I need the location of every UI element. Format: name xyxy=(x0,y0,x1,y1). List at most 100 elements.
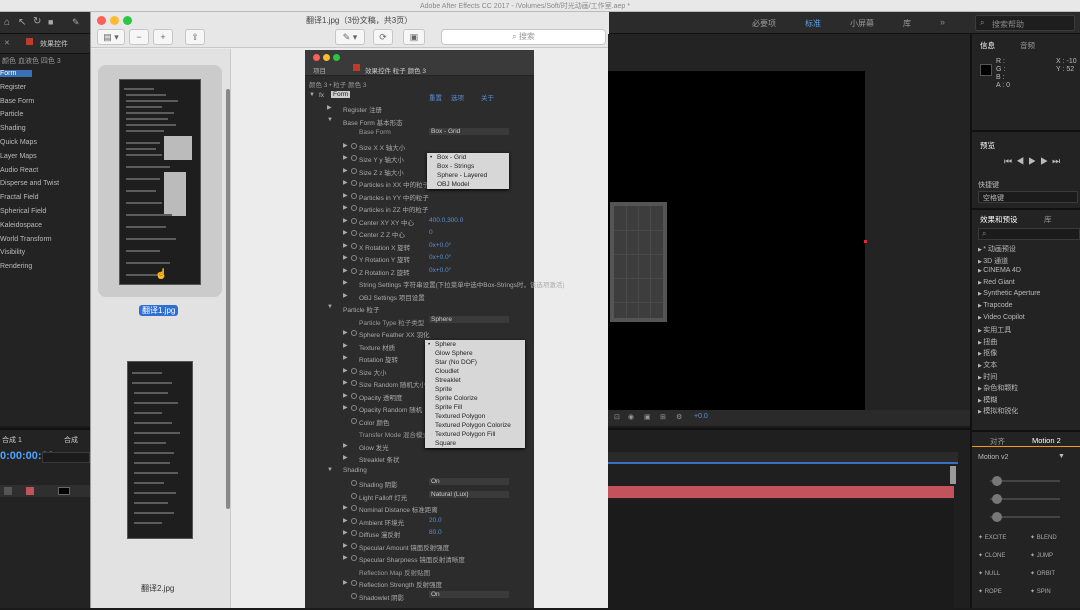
thumbnail-page-2[interactable] xyxy=(127,361,193,539)
comp-tab-2[interactable]: 合成 xyxy=(64,435,78,445)
effect-group-1[interactable]: Register xyxy=(0,84,26,91)
share-icon[interactable]: ⇪ xyxy=(185,29,205,45)
effect-group-5[interactable]: Quick Maps xyxy=(0,139,37,146)
workspace-small-screen[interactable]: 小屏幕 xyxy=(850,18,874,29)
shortcut-select[interactable]: 空格键 xyxy=(978,191,1078,203)
time-ruler[interactable] xyxy=(608,452,958,464)
effect-group-12[interactable]: World Transform xyxy=(0,236,52,243)
motion-tab[interactable]: Motion 2 xyxy=(1032,436,1061,445)
motion-slider-1[interactable] xyxy=(990,476,1060,486)
effects-category-item[interactable]: ▶ Video Copilot xyxy=(978,314,1025,321)
motion-action-button[interactable]: ✦ SPIN xyxy=(1030,588,1051,595)
layer-row[interactable] xyxy=(0,485,92,497)
effects-category-item[interactable]: ▶ 杂色和颗粒 xyxy=(978,383,1018,393)
effects-category-item[interactable]: ▶ 实用工具 xyxy=(978,325,1011,335)
effects-category-item[interactable]: ▶ Synthetic Aperture xyxy=(978,290,1040,297)
effects-presets-tab[interactable]: 效果和预设 xyxy=(980,214,1018,225)
zoom-window-button[interactable] xyxy=(123,16,132,25)
effect-group-9[interactable]: Fractal Field xyxy=(0,194,39,201)
motion-version-select[interactable]: Motion v2 xyxy=(978,454,1008,461)
effects-category-item[interactable]: ▶ CINEMA 4D xyxy=(978,267,1021,274)
comp-canvas[interactable] xyxy=(608,71,865,411)
layer-search-input[interactable] xyxy=(42,452,90,463)
sidebar-scrollbar[interactable] xyxy=(226,89,230,509)
zoom-out-icon[interactable]: − xyxy=(129,29,149,45)
effect-group-11[interactable]: Kaleidospace xyxy=(0,222,42,229)
effect-group-10[interactable]: Spherical Field xyxy=(0,208,46,215)
markup-pen-icon[interactable]: ✎ ▾ xyxy=(335,29,365,45)
thumbnail-label-1[interactable]: 翻译1.jpg xyxy=(139,305,179,316)
home-icon[interactable]: ⌂ xyxy=(4,17,10,28)
toolbox-icon[interactable]: ▣ xyxy=(403,29,425,45)
slider-knob[interactable] xyxy=(992,512,1002,522)
motion-action-button[interactable]: ✦ CLONE xyxy=(978,552,1005,559)
effects-category-item[interactable]: ▶ Red Giant xyxy=(978,279,1015,286)
rotate-icon[interactable]: ⟳ xyxy=(373,29,393,45)
label-color-swatch[interactable] xyxy=(26,487,34,495)
help-search-input[interactable]: ⌕ 搜索帮助 xyxy=(975,15,1075,31)
motion-slider-3[interactable] xyxy=(990,512,1060,522)
motion-action-button[interactable]: ✦ ROPE xyxy=(978,588,1002,595)
channel-icon[interactable]: ◉ xyxy=(628,413,634,421)
work-area-bar[interactable] xyxy=(608,462,958,464)
close-window-button[interactable] xyxy=(97,16,106,25)
snapshot-icon[interactable]: ⊡ xyxy=(614,413,620,421)
sidebar-toggle-icon[interactable]: ▤ ▾ xyxy=(97,29,125,45)
zoom-in-icon[interactable]: + xyxy=(153,29,173,45)
thumbnail-page-1[interactable] xyxy=(119,79,201,285)
preview-search-input[interactable]: ⌕ 搜索 xyxy=(441,29,606,45)
effects-category-item[interactable]: ▶ 时间 xyxy=(978,372,997,382)
effect-group-7[interactable]: Audio React xyxy=(0,167,38,174)
select-tool-icon[interactable]: ↖ xyxy=(18,17,26,28)
motion-action-button[interactable]: ✦ EXCITE xyxy=(978,534,1006,541)
exposure-value[interactable]: +0.0 xyxy=(694,413,708,420)
slider-knob[interactable] xyxy=(992,476,1002,486)
minimize-window-button[interactable] xyxy=(110,16,119,25)
close-icon[interactable]: ✕ xyxy=(4,39,10,47)
region-icon[interactable]: ▣ xyxy=(644,413,651,421)
exposure-icon[interactable]: ⚙ xyxy=(676,413,682,421)
info-tab[interactable]: 信息 xyxy=(980,40,995,51)
effects-search-input[interactable]: ⌕ xyxy=(978,228,1080,240)
slider-knob[interactable] xyxy=(992,494,1002,504)
effects-category-item[interactable]: ▶ 抠像 xyxy=(978,348,997,358)
chevron-down-icon[interactable]: ▼ xyxy=(1058,453,1065,460)
playhead-marker[interactable] xyxy=(950,466,956,484)
effect-group-8[interactable]: Disperse and Twist xyxy=(0,180,59,187)
effects-category-item[interactable]: ▶ 文本 xyxy=(978,360,997,370)
effects-category-item[interactable]: ▶ * 动画预设 xyxy=(978,244,1016,254)
visibility-icon[interactable] xyxy=(4,487,12,495)
effects-category-item[interactable]: ▶ 扭曲 xyxy=(978,337,997,347)
motion-action-button[interactable]: ✦ JUMP xyxy=(1030,552,1053,559)
workspace-menu-icon[interactable]: » xyxy=(940,17,945,27)
comp-tab[interactable]: 合成 1 xyxy=(2,435,22,445)
layer-duration-bar[interactable] xyxy=(608,486,954,498)
effect-controls-tab[interactable]: ✕ 效果控件 xyxy=(0,34,92,54)
motion-action-button[interactable]: ✦ BLEND xyxy=(1030,534,1057,541)
thumbnail-label-2[interactable]: 翻译2.jpg xyxy=(141,583,174,594)
motion-action-button[interactable]: ✦ ORBIT xyxy=(1030,570,1055,577)
workspace-standard[interactable]: 标准 xyxy=(805,18,821,29)
pen-tool-icon[interactable]: ✎ xyxy=(72,17,80,28)
motion-slider-2[interactable] xyxy=(990,494,1060,504)
workspace-essentials[interactable]: 必要项 xyxy=(752,18,776,29)
library-tab[interactable]: 库 xyxy=(1044,214,1052,225)
effects-category-item[interactable]: ▶ 模拟和锐化 xyxy=(978,406,1018,416)
playback-controls[interactable]: ⏮◀▶▶⏭ xyxy=(1004,156,1064,167)
effect-group-13[interactable]: Visibility xyxy=(0,249,25,256)
rotate-tool-icon[interactable]: ↻ xyxy=(33,16,41,27)
grid-icon[interactable]: ⊞ xyxy=(660,413,666,421)
camera-tool-icon[interactable]: ■ xyxy=(48,17,53,27)
effects-category-item[interactable]: ▶ 模糊 xyxy=(978,395,997,405)
motion-action-button[interactable]: ✦ NULL xyxy=(978,570,1000,577)
audio-tab[interactable]: 音频 xyxy=(1020,40,1035,51)
effects-category-item[interactable]: ▶ 3D 通道 xyxy=(978,256,1008,266)
lock-icon[interactable] xyxy=(26,38,33,45)
effect-group-6[interactable]: Layer Maps xyxy=(0,153,37,160)
effect-group-3[interactable]: Particle xyxy=(0,111,23,118)
effect-group-0[interactable]: Form xyxy=(0,70,32,77)
effect-group-14[interactable]: Rendering xyxy=(0,263,32,270)
effect-group-4[interactable]: Shading xyxy=(0,125,26,132)
effect-group-2[interactable]: Base Form xyxy=(0,98,34,105)
workspace-library[interactable]: 库 xyxy=(903,18,911,29)
